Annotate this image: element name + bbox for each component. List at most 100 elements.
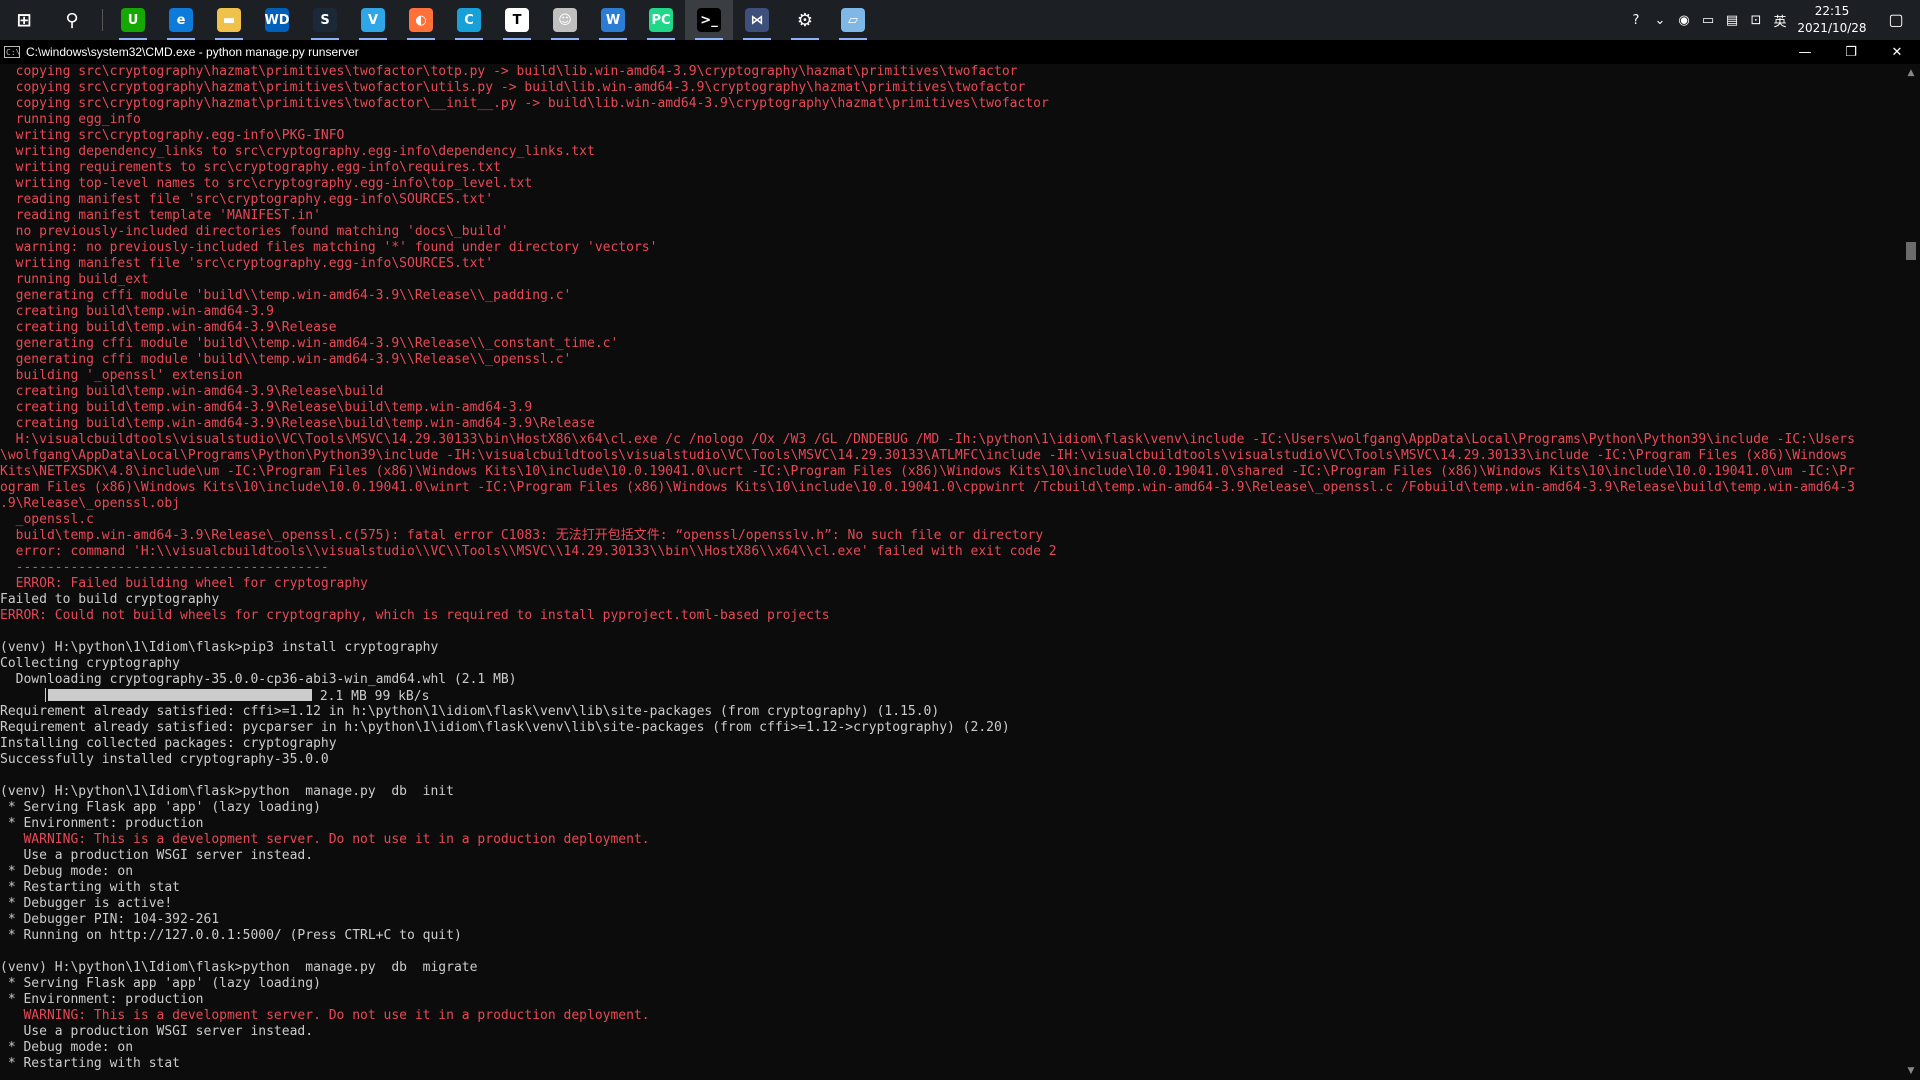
taskbar-start-button[interactable]: ⊞ xyxy=(0,0,48,40)
scroll-up-arrow-icon[interactable]: ▲ xyxy=(1902,66,1920,80)
console-line: (venv) H:\python\1\Idiom\flask>python ma… xyxy=(0,784,454,799)
console-line: Kits\NETFXSDK\4.8\include\um -IC:\Progra… xyxy=(0,464,1855,479)
console-line: writing dependency_links to src\cryptogr… xyxy=(0,144,595,159)
help-icon[interactable]: ? xyxy=(1624,0,1648,40)
console-line: _openssl.c xyxy=(0,512,94,527)
taskbar: ⊞ ⚲ Ue ▬ WD S V ◐ C T ☺ W PC >_ ⋈ ⚙ ▱? ⌄ ◉ ▭ ▤ ⊡ 英 22:15 2021/10… xyxy=(0,0,1920,40)
console-line: generating cffi module 'build\\temp.win-… xyxy=(0,288,572,303)
network-icon[interactable]: ⊡ xyxy=(1744,0,1768,40)
cmd-icon: >_ xyxy=(697,8,721,32)
restore-button[interactable]: ❐ xyxy=(1828,40,1874,64)
taskbar-notes-app-button[interactable]: ▱ xyxy=(829,0,877,40)
taskbar-steam-button[interactable]: S xyxy=(301,0,349,40)
firefox-like-icon: ◐ xyxy=(409,8,433,32)
taskbar-typora-button[interactable]: T xyxy=(493,0,541,40)
scroll-down-arrow-icon[interactable]: ▼ xyxy=(1902,1064,1920,1078)
clock-date: 2021/10/28 xyxy=(1797,21,1867,35)
console-line: writing src\cryptography.egg-info\PKG-IN… xyxy=(0,128,345,143)
pycharm-icon: PC xyxy=(649,8,673,32)
ime-indicator[interactable]: 英 xyxy=(1768,0,1792,40)
taskbar-vs-app-button[interactable]: ⋈ xyxy=(733,0,781,40)
console-line: creating build\temp.win-amd64-3.9\Releas… xyxy=(0,416,595,431)
settings-icon: ⚙ xyxy=(793,8,817,32)
taskbar-edge-button[interactable]: e xyxy=(157,0,205,40)
typora-icon: T xyxy=(505,8,529,32)
scroll-thumb[interactable] xyxy=(1906,242,1916,260)
console-line: Requirement already satisfied: pycparser… xyxy=(0,720,1010,735)
console-line: reading manifest template 'MANIFEST.in' xyxy=(0,208,321,223)
console-line: * Serving Flask app 'app' (lazy loading) xyxy=(0,800,321,815)
console-line: Collecting cryptography xyxy=(0,656,181,671)
console-line: * Environment: production xyxy=(0,992,204,1007)
window-titlebar[interactable]: C:\ C:\windows\system32\CMD.exe - python… xyxy=(0,40,1920,64)
taskbar-v-app-button[interactable]: V xyxy=(349,0,397,40)
console-line: Downloading cryptography-35.0.0-cp36-abi… xyxy=(0,672,517,687)
console-line: * Running on http://127.0.0.1:5000/ (Pre… xyxy=(0,928,462,943)
console-line: reading manifest file 'src\cryptography.… xyxy=(0,192,494,207)
console-line: * Debugger PIN: 104-392-261 xyxy=(0,912,220,927)
console-output[interactable]: copying src\cryptography\hazmat\primitiv… xyxy=(0,64,1902,1080)
cmd-window-icon[interactable]: C:\ xyxy=(4,46,20,58)
console-line: running build_ext xyxy=(0,272,149,287)
clock-time: 22:15 xyxy=(1814,4,1850,18)
console-line: creating build\temp.win-amd64-3.9\Releas… xyxy=(0,384,384,399)
battery-icon[interactable]: ▤ xyxy=(1720,0,1744,40)
close-button[interactable]: ✕ xyxy=(1874,40,1920,64)
console-line: * Debug mode: on xyxy=(0,1040,134,1055)
show-hidden-icons-icon[interactable]: ⌄ xyxy=(1648,0,1672,40)
taskbar-cmd-button[interactable]: >_ xyxy=(685,0,733,40)
clock[interactable]: 22:15 2021/10/28 xyxy=(1792,3,1872,37)
console-line: writing top-level names to src\cryptogra… xyxy=(0,176,533,191)
taskbar-wd-button[interactable]: WD xyxy=(253,0,301,40)
window-title: C:\windows\system32\CMD.exe - python man… xyxy=(26,45,359,59)
usb-tray-icon[interactable]: ▭ xyxy=(1696,0,1720,40)
console-line: * Environment: production xyxy=(0,816,204,831)
console-line: ---------------------------------------- xyxy=(0,560,329,575)
console-line: copying src\cryptography\hazmat\primitiv… xyxy=(0,80,1026,95)
minimize-button[interactable]: — xyxy=(1782,40,1828,64)
console-line: * Debug mode: on xyxy=(0,864,134,879)
taskbar-settings-button[interactable]: ⚙ xyxy=(781,0,829,40)
console-line: build\temp.win-amd64-3.9\Release\_openss… xyxy=(0,528,1044,543)
word-icon: W xyxy=(601,8,625,32)
console-line: ERROR: Could not build wheels for crypto… xyxy=(0,608,830,623)
console-line: * Restarting with stat xyxy=(0,1056,181,1071)
console-line: copying src\cryptography\hazmat\primitiv… xyxy=(0,64,1018,79)
console-line: copying src\cryptography\hazmat\primitiv… xyxy=(0,96,1049,111)
taskbar-file-explorer-button[interactable]: ▬ xyxy=(205,0,253,40)
console-line: \wolfgang\AppData\Local\Programs\Python\… xyxy=(0,448,1848,463)
action-center-icon[interactable]: ▢ xyxy=(1872,0,1920,40)
taskbar-pycharm-button[interactable]: PC xyxy=(637,0,685,40)
console-line: (venv) H:\python\1\Idiom\flask>python ma… xyxy=(0,960,478,975)
vertical-scrollbar[interactable]: ▲ ▼ xyxy=(1902,64,1920,1080)
taskbar-upwork-button[interactable]: U xyxy=(109,0,157,40)
console-line: error: command 'H:\\visualcbuildtools\\v… xyxy=(0,544,1057,559)
start-icon: ⊞ xyxy=(12,8,36,32)
console-line: (venv) H:\python\1\Idiom\flask>pip3 inst… xyxy=(0,640,439,655)
wd-icon: WD xyxy=(264,8,290,32)
console-line: creating build\temp.win-amd64-3.9 xyxy=(0,304,274,319)
console-line: Successfully installed cryptography-35.0… xyxy=(0,752,329,767)
console-line: generating cffi module 'build\\temp.win-… xyxy=(0,352,572,367)
file-explorer-icon: ▬ xyxy=(217,8,241,32)
c-app-icon: C xyxy=(457,8,481,32)
taskbar-c-app-button[interactable]: C xyxy=(445,0,493,40)
console-line: * Debugger is active! xyxy=(0,896,173,911)
download-progress-line: 2.1 MB 99 kB/s xyxy=(0,688,1902,704)
notes-app-icon: ▱ xyxy=(841,8,865,32)
console-line: Installing collected packages: cryptogra… xyxy=(0,736,337,751)
steam-tray-icon[interactable]: ◉ xyxy=(1672,0,1696,40)
taskbar-separator xyxy=(102,9,103,31)
console-line: Failed to build cryptography xyxy=(0,592,220,607)
v-app-icon: V xyxy=(361,8,385,32)
taskbar-firefox-like-button[interactable]: ◐ xyxy=(397,0,445,40)
vs-app-icon: ⋈ xyxy=(745,8,769,32)
console-line: Use a production WSGI server instead. xyxy=(0,1024,314,1039)
console-line: building '_openssl' extension xyxy=(0,368,243,383)
taskbar-word-button[interactable]: W xyxy=(589,0,637,40)
taskbar-photo-app-button[interactable]: ☺ xyxy=(541,0,589,40)
taskbar-search-button[interactable]: ⚲ xyxy=(48,0,96,40)
